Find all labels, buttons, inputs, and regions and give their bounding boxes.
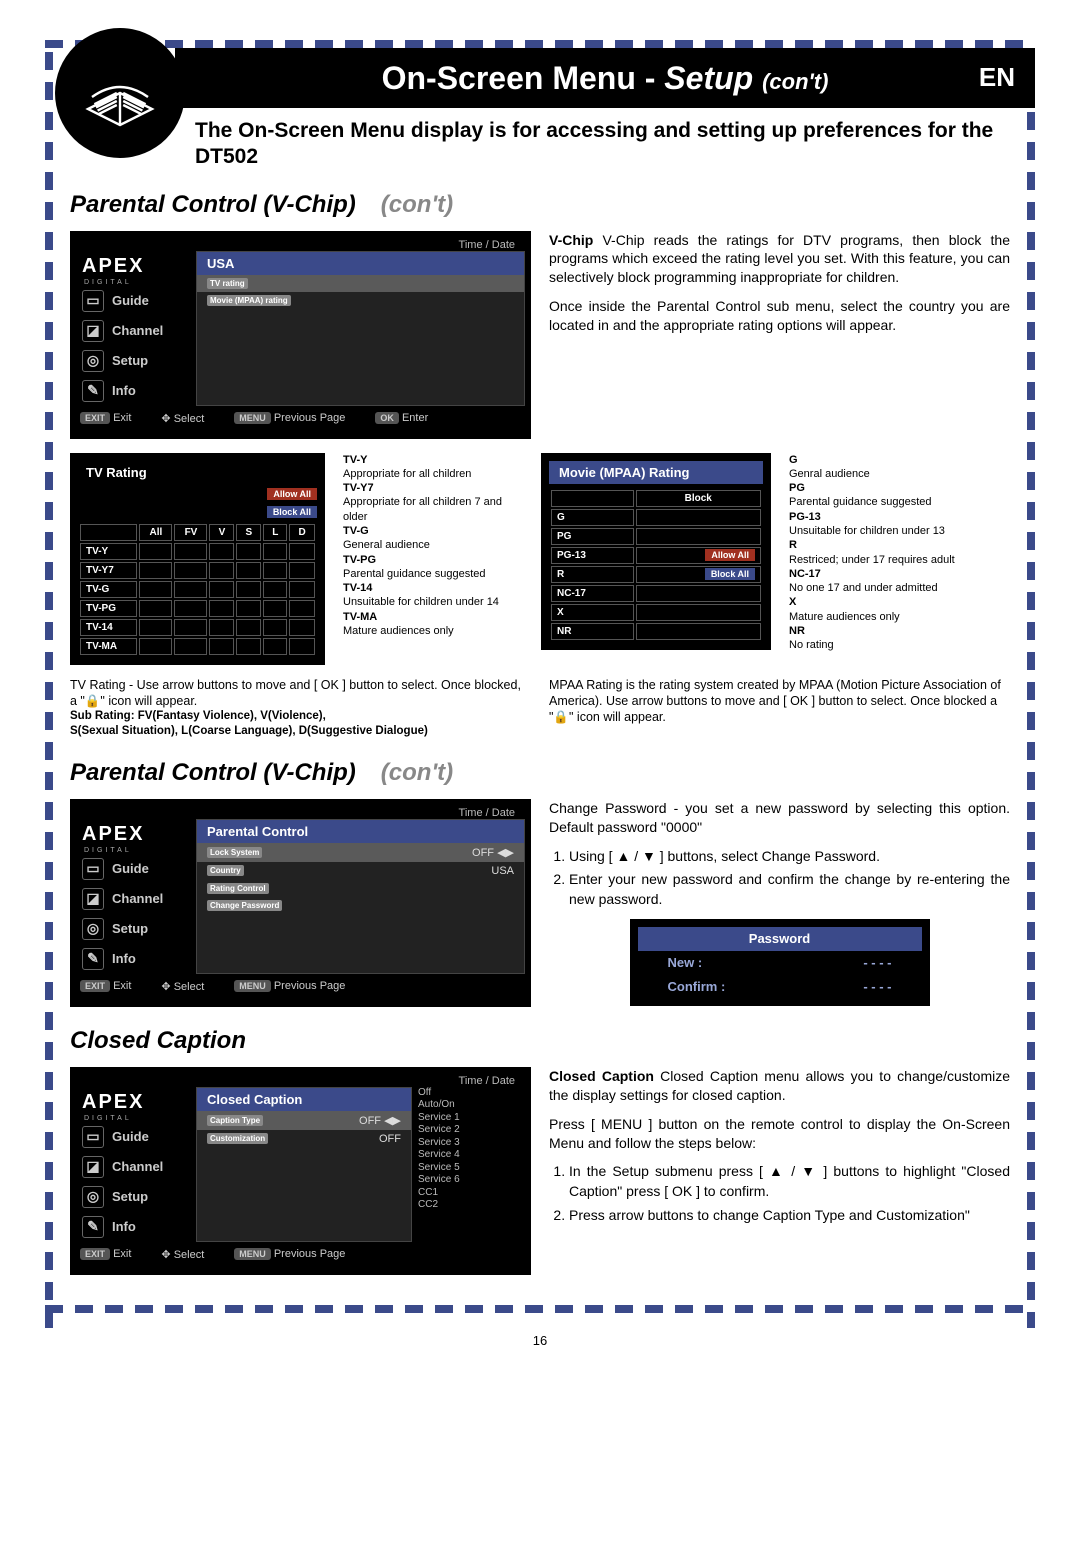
password-box: Password New :- - - - Confirm :- - - -	[630, 919, 930, 1006]
mpaa-rating-table: Movie (MPAA) Rating Block G PG PG-13Allo…	[541, 453, 771, 650]
vchip-description: V-Chip V-Chip reads the ratings for DTV …	[549, 231, 1010, 439]
mpaa-rating-footnote: MPAA Rating is the rating system created…	[549, 677, 1010, 739]
page-number: 16	[45, 1333, 1035, 1348]
guide-icon: ▭	[82, 290, 104, 312]
change-password-instructions: Change Password - you set a new password…	[549, 799, 1010, 1007]
manual-book-icon	[55, 28, 185, 158]
osd-screenshot-closed-caption: Time / Date APEX DIGITAL ▭Guide ◪Channel…	[70, 1067, 531, 1275]
page-intro: The On-Screen Menu display is for access…	[195, 118, 1035, 171]
closed-caption-instructions: Closed Caption Closed Caption menu allow…	[549, 1067, 1010, 1275]
osd-screenshot-parental-control: Time / Date APEX DIGITAL ▭Guide ◪Channel…	[70, 799, 531, 1007]
section-heading-parental: Parental Control (V-Chip)(con't)	[70, 191, 1035, 219]
page-header: On-Screen Menu - Setup (con't) EN The On…	[45, 48, 1035, 171]
language-badge: EN	[979, 62, 1015, 93]
mpaa-rating-definitions: GGenral audience PGParental guidance sug…	[789, 453, 1010, 665]
tv-rating-table: TV Rating Allow All Block All AllFVVSLD …	[70, 453, 325, 665]
osd-screenshot-usa: Time / Date APEX DIGITAL ▭Guide ◪Channel…	[70, 231, 531, 439]
tv-rating-definitions: TV-YAppropriate for all children TV-Y7Ap…	[343, 453, 523, 665]
setup-icon: ◎	[82, 350, 104, 372]
tv-rating-footnote: TV Rating - Use arrow buttons to move an…	[70, 677, 531, 739]
page-title: On-Screen Menu - Setup (con't)	[382, 60, 829, 97]
info-icon: ✎	[82, 380, 104, 402]
section-heading-parental-2: Parental Control (V-Chip)(con't)	[70, 759, 1035, 787]
channel-icon: ◪	[82, 320, 104, 342]
apex-logo: APEX	[76, 251, 196, 282]
section-heading-closed-caption: Closed Caption	[70, 1027, 1035, 1055]
